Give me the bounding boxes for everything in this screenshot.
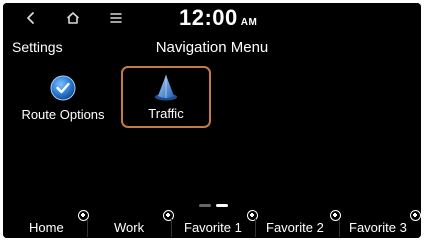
page-title: Navigation Menu	[155, 39, 269, 56]
menu-item-route-options[interactable]: Route Options	[15, 67, 111, 129]
favorite-label: Favorite 3	[349, 220, 407, 235]
page-indicator	[199, 204, 228, 207]
back-chevron-icon[interactable]	[20, 8, 42, 28]
traffic-icon	[151, 72, 181, 102]
clock: 12:00 AM	[179, 5, 257, 31]
favorite-label: Favorite 1	[184, 220, 242, 235]
menu-item-label: Route Options	[21, 107, 105, 122]
favorite-1[interactable]: Favorite 1	[171, 210, 258, 238]
favorite-label: Home	[29, 220, 64, 235]
infotainment-screen: 12:00 AM Settings Navigation Menu Route O…	[3, 3, 421, 238]
menu-item-traffic[interactable]: Traffic	[121, 66, 211, 128]
page-dot	[199, 204, 211, 207]
title-bar: Settings Navigation Menu	[3, 33, 421, 65]
hamburger-menu-icon[interactable]	[105, 8, 127, 28]
favorite-2[interactable]: Favorite 2	[255, 210, 341, 238]
home-icon[interactable]	[62, 8, 84, 28]
favorite-label: Work	[114, 220, 145, 235]
favorite-work[interactable]: Work	[87, 210, 174, 238]
status-bar: 12:00 AM	[3, 3, 421, 33]
menu-item-label: Traffic	[148, 106, 184, 121]
favorite-3[interactable]: Favorite 3	[339, 210, 421, 238]
favorite-label: Favorite 2	[266, 220, 324, 235]
favorites-bar: Home Work Favorite 1 Favorite 2 Favorite…	[3, 210, 421, 238]
favorite-home[interactable]: Home	[3, 210, 89, 238]
page-dot-active	[216, 204, 228, 207]
route-options-icon	[48, 73, 78, 103]
add-icon	[410, 210, 421, 221]
clock-ampm: AM	[240, 17, 258, 28]
clock-time: 12:00	[179, 5, 238, 30]
